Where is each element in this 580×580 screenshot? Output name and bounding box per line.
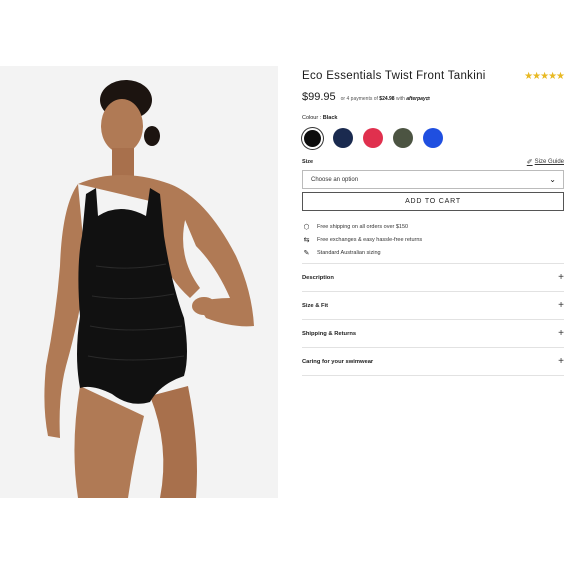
swatch-red[interactable]: [363, 128, 383, 148]
title-row: Eco Essentials Twist Front Tankini ★★★★★: [302, 66, 565, 86]
accordion-label: Size & Fit: [302, 302, 329, 309]
add-to-cart-button[interactable]: ADD TO CART: [302, 192, 564, 211]
add-to-cart-label: ADD TO CART: [405, 198, 461, 205]
rating-stars-icon[interactable]: ★★★★★: [524, 71, 565, 82]
feature-sizing: ✎ Standard Australian sizing: [302, 246, 564, 259]
plus-icon: +: [558, 356, 564, 367]
feature-returns: ⇆ Free exchanges & easy hassle-free retu…: [302, 233, 564, 246]
size-select[interactable]: Choose an option ⌄: [302, 170, 564, 189]
colour-label-text: Colour :: [302, 115, 322, 121]
swatch-black[interactable]: [304, 129, 321, 147]
colour-label: Colour : Black: [302, 115, 564, 121]
size-guide-link[interactable]: ✐ Size Guide: [527, 158, 564, 166]
size-label: Size: [302, 159, 314, 165]
selected-colour: Black: [322, 115, 338, 121]
accordion-description[interactable]: Description +: [302, 264, 564, 292]
feature-text: Standard Australian sizing: [317, 249, 381, 256]
swatch-olive[interactable]: [393, 128, 413, 148]
swatch-navy[interactable]: [333, 128, 353, 148]
product-title: Eco Essentials Twist Front Tankini: [302, 70, 486, 82]
feature-text: Free shipping on all orders over $150: [317, 223, 409, 230]
accordion-label: Description: [302, 274, 334, 281]
plus-icon: +: [558, 272, 564, 283]
accordion-label: Shipping & Returns: [302, 330, 357, 337]
return-arrow-icon: ⇆: [303, 236, 310, 244]
feature-text: Free exchanges & easy hassle-free return…: [317, 236, 423, 243]
model-photo: [0, 66, 278, 498]
accordion-size-fit[interactable]: Size & Fit +: [302, 292, 564, 320]
afterpay-prefix: or 4 payments of: [340, 96, 378, 102]
ruler-icon: ✐: [526, 159, 533, 166]
accordion-caring[interactable]: Caring for your swimwear +: [302, 348, 564, 376]
plus-icon: +: [558, 300, 564, 311]
chevron-down-icon: ⌄: [549, 175, 556, 184]
product-image[interactable]: [0, 66, 278, 498]
colour-swatches: [302, 126, 564, 150]
plus-icon: +: [558, 328, 564, 339]
afterpay-logo: afterpay⇄: [406, 96, 430, 102]
accordion-list: Description + Size & Fit + Shipping & Re…: [302, 263, 564, 376]
afterpay-amount: $24.98: [379, 96, 395, 102]
feature-list: ⬡ Free shipping on all orders over $150 …: [302, 220, 564, 259]
product-price: $99.95: [302, 91, 336, 103]
accordion-label: Caring for your swimwear: [302, 358, 374, 365]
afterpay-with: with: [395, 96, 405, 102]
size-select-value: Choose an option: [311, 176, 359, 183]
pencil-icon: ✎: [303, 249, 310, 257]
size-guide-label: Size Guide: [534, 159, 564, 165]
box-icon: ⬡: [303, 223, 310, 231]
price-row: $99.95 or 4 payments of $24.98 with afte…: [302, 91, 564, 103]
size-row: Size ✐ Size Guide: [302, 156, 564, 168]
feature-shipping: ⬡ Free shipping on all orders over $150: [302, 220, 564, 233]
swatch-blue[interactable]: [423, 128, 443, 148]
accordion-shipping-returns[interactable]: Shipping & Returns +: [302, 320, 564, 348]
product-details-panel: Eco Essentials Twist Front Tankini ★★★★★…: [302, 66, 565, 376]
afterpay-info[interactable]: or 4 payments of $24.98 with afterpay⇄: [341, 96, 430, 102]
